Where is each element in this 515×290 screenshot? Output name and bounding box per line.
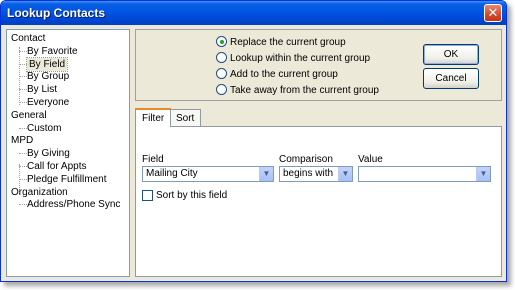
tree-item[interactable]: General (11, 109, 47, 122)
tree-connector (19, 153, 27, 155)
radio-label: Add to the current group (230, 69, 338, 80)
radio-lookup-within-group[interactable]: Lookup within the current group (216, 52, 370, 66)
tab-filter[interactable]: Filter (135, 108, 172, 127)
tree-item[interactable]: By Favorite (27, 45, 78, 58)
chevron-down-icon[interactable]: ▼ (259, 167, 273, 181)
comparison-dropdown-value: begins with (283, 168, 334, 179)
field-dropdown-value: Mailing City (146, 168, 198, 179)
radio-add-to-group[interactable]: Add to the current group (216, 68, 338, 82)
category-tree[interactable]: Contact By Favorite By Field By Group By Lis… (6, 29, 130, 277)
cancel-button[interactable]: Cancel (423, 68, 479, 89)
window-title: Lookup Contacts (7, 6, 105, 20)
tree-item[interactable]: MPD (11, 134, 33, 147)
tree-connector (19, 166, 27, 167)
radio-take-away-from-group[interactable]: Take away from the current group (216, 84, 379, 98)
chevron-down-icon[interactable]: ▼ (476, 167, 490, 181)
radio-replace-group[interactable]: Replace the current group (216, 36, 346, 50)
tree-connector (19, 76, 27, 78)
filter-sort-tabs: Filter Sort Field Mailing City ▼ Compari… (135, 108, 502, 277)
sort-by-field-checkbox[interactable] (142, 190, 153, 201)
radio-indicator[interactable] (216, 68, 227, 79)
tree-item[interactable]: Call for Appts (27, 160, 86, 173)
tree-item[interactable]: By List (27, 83, 57, 96)
tree-connector (19, 102, 27, 103)
field-dropdown[interactable]: Mailing City ▼ (142, 166, 274, 182)
radio-indicator[interactable] (216, 84, 227, 95)
radio-indicator[interactable] (216, 52, 227, 63)
ok-button[interactable]: OK (423, 44, 479, 65)
tree-connector (19, 63, 27, 65)
tree-connector (19, 89, 27, 91)
group-options-panel: Replace the current group Lookup within … (135, 29, 502, 101)
radio-label: Lookup within the current group (230, 53, 371, 64)
tree-item[interactable]: Organization (11, 186, 68, 199)
tree-item[interactable]: Address/Phone Sync (27, 198, 120, 211)
tree-item[interactable]: Custom (27, 122, 61, 135)
tab-sort[interactable]: Sort (169, 109, 202, 127)
tree-item[interactable]: Contact (11, 32, 45, 45)
tree-item[interactable]: By Group (27, 70, 69, 83)
close-icon: ✕ (487, 5, 499, 20)
comparison-label: Comparison (279, 154, 333, 165)
tree-connector (19, 127, 27, 129)
radio-label: Take away from the current group (230, 85, 379, 96)
radio-label: Replace the current group (230, 37, 346, 48)
value-dropdown[interactable]: ▼ (358, 166, 491, 182)
close-button[interactable]: ✕ (484, 4, 502, 22)
radio-indicator[interactable] (216, 36, 227, 47)
tree-item[interactable]: Pledge Fulfillment (27, 173, 106, 186)
tree-item[interactable]: By Field (25, 56, 69, 72)
tree-item[interactable]: Everyone (27, 96, 69, 109)
tree-connector (19, 204, 27, 206)
lookup-contacts-window: Lookup Contacts ✕ Contact By Favorite By F… (0, 0, 507, 282)
chevron-down-icon[interactable]: ▼ (338, 167, 352, 181)
tree-connector (19, 50, 27, 52)
title-bar[interactable]: Lookup Contacts ✕ (1, 1, 506, 25)
tree-item[interactable]: By Giving (27, 147, 70, 160)
value-label: Value (358, 154, 383, 165)
tree-connector (19, 178, 27, 180)
filter-tab-page: Field Mailing City ▼ Comparison begins w… (135, 126, 502, 277)
comparison-dropdown[interactable]: begins with ▼ (279, 166, 353, 182)
field-label: Field (142, 154, 164, 165)
sort-by-field-label[interactable]: Sort by this field (156, 190, 227, 201)
